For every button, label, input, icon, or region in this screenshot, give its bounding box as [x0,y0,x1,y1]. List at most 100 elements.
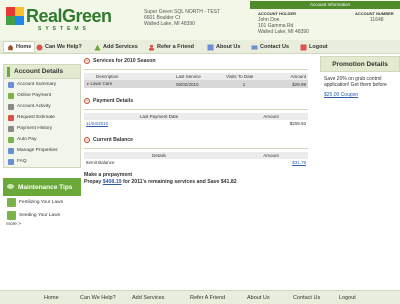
logo-subtitle: SYSTEMS [38,26,90,32]
about-icon [207,44,214,51]
nav-can-we-help[interactable]: Can We Help? [36,42,82,52]
services-title: Services for 2010 Season [93,58,156,64]
service-amount: $29.99 [264,80,308,88]
sidebar: Account Details Account Summary Online P… [3,64,81,227]
tip-thumbnail-icon [7,198,16,207]
payment-section-header: › Payment Details [84,96,316,106]
account-details-label: Account Details [14,68,64,75]
account-holder-label: ACCOUNT HOLDER [258,11,296,16]
col-visits: Visits To Date [224,73,264,80]
footer-logout[interactable]: Logout [339,295,356,301]
payment-date-cell: 11/04/2010 [84,120,234,127]
history-icon [8,125,14,132]
account-info-title: Account Information [250,1,400,9]
sidebar-item-label: Request Estimate [17,115,55,120]
col-details: Details [84,152,234,159]
prepayment-block: Make a prepayment Prepay $408.19 for 201… [84,172,316,185]
sidebar-item-auto-pay[interactable]: Auto Pay [4,134,80,145]
footer-refer-friend[interactable]: Refer A Friend [190,295,225,301]
balance-title: Current Balance [93,137,134,143]
estimate-icon [8,114,14,121]
balance-details: Itemit Balance [86,160,115,165]
payments-table: Last Payment Date Amount 11/04/2010 $208… [84,113,308,127]
logout-icon [300,44,307,51]
sidebar-item-request-estimate[interactable]: Request Estimate [4,112,80,123]
promotion-title: Promotion Details [320,56,400,72]
balance-amount-link[interactable]: $31.79 [292,160,306,165]
help-icon [36,44,43,51]
nav-about-us[interactable]: About Us [207,42,240,52]
company-city: Walled Lake, MI 48390 [144,21,195,27]
coupon-link[interactable]: $25.00 Coupon [324,92,358,98]
maintenance-tips-title: Maintenance Tips [3,178,81,196]
footer-nav: Home Can We Help? Add Services Refer A F… [0,290,400,304]
col-balance-amount: Amount [234,152,308,159]
company-info: Super Green SQL NORTH - TEST 6601 Boulde… [144,9,220,27]
leaf-icon [6,182,15,193]
title-marker-icon [7,66,10,77]
main-nav: Home Can We Help? Add Services Refer a F… [0,40,400,54]
realgreen-logo[interactable]: RealGreen SYSTEMS [6,6,118,37]
contact-icon [251,44,258,51]
autopay-icon [8,136,14,143]
sidebar-item-account-summary[interactable]: Account Summary [4,79,80,90]
tip-fertilizing[interactable]: Fertilizing Your Lawn [3,196,81,209]
promotion-panel: Promotion Details Save 20% on grub contr… [320,56,400,102]
table-row: Itemit Balance $31.79 [84,159,308,166]
nav-about-label: About Us [216,44,241,50]
sidebar-item-online-payment[interactable]: Online Payment [4,90,80,101]
nav-add-services-label: Add Services [103,44,138,50]
payment-icon [8,92,14,99]
divider [84,109,308,110]
payment-date-link[interactable]: 11/04/2010 [86,121,108,126]
col-last-payment-date: Last Payment Date [84,113,234,120]
main-content: › Services for 2010 Season Description L… [84,56,316,185]
logo-title: RealGreen [26,6,112,26]
account-details-title: Account Details [4,65,80,79]
summary-icon [8,81,14,88]
tip-seeding[interactable]: Seeding Your Lawn [3,209,81,222]
sidebar-item-account-activity[interactable]: Account Activity [4,101,80,112]
service-description: Lawn Care [90,81,113,86]
prepay-amount-link[interactable]: $408.19 [103,179,122,185]
sidebar-item-label: Account Summary [17,82,57,87]
footer-home[interactable]: Home [44,295,59,301]
account-details-box: Account Details Account Summary Online P… [3,64,81,168]
services-table: Description Last Service Visits To Date … [84,73,308,88]
footer-can-we-help[interactable]: Can We Help? [80,295,116,301]
service-description-cell: ▸ Lawn Care [84,80,174,88]
nav-contact-us[interactable]: Contact Us [251,42,289,52]
sidebar-item-label: FAQ [17,159,27,164]
promotion-link-wrap: $25.00 Coupon [320,88,400,102]
arrow-circle-icon: › [84,137,90,143]
tip-label: Fertilizing Your Lawn [19,200,64,205]
sidebar-item-payment-history[interactable]: Payment History [4,123,80,134]
nav-logout[interactable]: Logout [300,42,328,52]
sidebar-item-faq[interactable]: FAQ [4,156,80,167]
nav-help-label: Can We Help? [45,44,82,50]
footer-contact-us[interactable]: Contact Us [293,295,320,301]
nav-home[interactable]: Home [3,41,36,53]
more-link[interactable]: more > [3,222,81,227]
prepayment-suffix: for 2011's remaining services and Save $… [121,178,237,185]
nav-logout-label: Logout [309,44,328,50]
col-payment-amount: Amount [234,113,308,120]
tip-thumbnail-icon [7,211,16,220]
footer-add-services[interactable]: Add Services [132,295,164,301]
faq-icon [8,158,14,165]
col-amount: Amount [264,73,308,80]
arrow-circle-icon: › [84,98,90,104]
table-row[interactable]: ▸ Lawn Care 06/02/2010 1 $29.99 [84,80,308,88]
maintenance-tips-label: Maintenance Tips [18,183,73,191]
promotion-text: Save 20% on grub control application! Ge… [324,76,387,88]
payment-amount: $208.93 [289,121,306,126]
sidebar-item-label: Auto Pay [17,137,37,142]
tip-label: Seeding Your Lawn [19,213,61,218]
footer-about-us[interactable]: About Us [247,295,270,301]
balance-table: Details Amount Itemit Balance $31.79 [84,152,308,166]
nav-add-services[interactable]: Add Services [94,42,138,52]
payments-title: Payment Details [93,98,134,104]
account-number: 11648 [370,17,384,23]
sidebar-item-manage-properties[interactable]: Manage Properties [4,145,80,156]
nav-refer-friend[interactable]: Refer a Friend [148,42,194,52]
